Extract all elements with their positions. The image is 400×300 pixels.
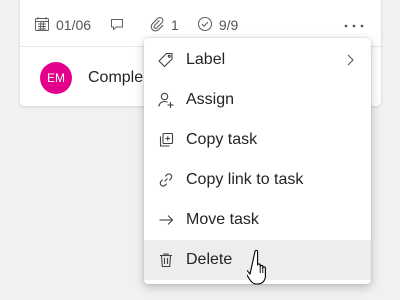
trash-icon: [156, 250, 176, 270]
comment-icon: [109, 16, 131, 35]
attachments-indicator: 1: [149, 16, 179, 35]
tag-icon: [156, 50, 176, 70]
avatar-initials: EM: [47, 71, 65, 85]
check-circle-icon: [197, 16, 219, 35]
person-add-icon: [156, 90, 176, 110]
menu-item-label[interactable]: Label: [144, 40, 371, 80]
menu-item-move-task[interactable]: Move task: [144, 200, 371, 240]
copy-icon: [156, 130, 176, 150]
assignee-avatar[interactable]: EM: [40, 62, 72, 94]
menu-item-copy-link-text: Copy link to task: [186, 171, 304, 188]
menu-item-label-text: Label: [186, 51, 226, 68]
menu-item-assign[interactable]: Assign: [144, 80, 371, 120]
task-meta-row: 01/06 1 9/9: [34, 14, 256, 36]
menu-item-copy-task[interactable]: Copy task: [144, 120, 371, 160]
menu-item-move-task-text: Move task: [186, 211, 259, 228]
more-options-button[interactable]: [341, 14, 367, 36]
comments-indicator: [109, 16, 131, 35]
task-title[interactable]: Comple: [88, 69, 143, 87]
due-date: 01/06: [34, 16, 91, 35]
checklist-indicator: 9/9: [197, 16, 238, 35]
paperclip-icon: [149, 16, 171, 35]
menu-item-copy-task-text: Copy task: [186, 131, 258, 148]
due-date-text: 01/06: [56, 17, 92, 33]
menu-item-assign-text: Assign: [186, 91, 235, 108]
menu-item-copy-link[interactable]: Copy link to task: [144, 160, 371, 200]
chevron-right-icon: [345, 50, 359, 70]
arrow-right-icon: [156, 210, 176, 230]
hand-pointer-cursor-icon: [244, 248, 277, 288]
checklist-progress: 9/9: [218, 17, 239, 33]
task-footer: EM Comple: [40, 62, 143, 94]
menu-item-delete-text: Delete: [186, 251, 233, 268]
ellipsis-icon: [343, 16, 365, 34]
link-icon: [156, 170, 176, 190]
attachment-count: 1: [171, 17, 179, 33]
calendar-icon: [34, 16, 56, 35]
